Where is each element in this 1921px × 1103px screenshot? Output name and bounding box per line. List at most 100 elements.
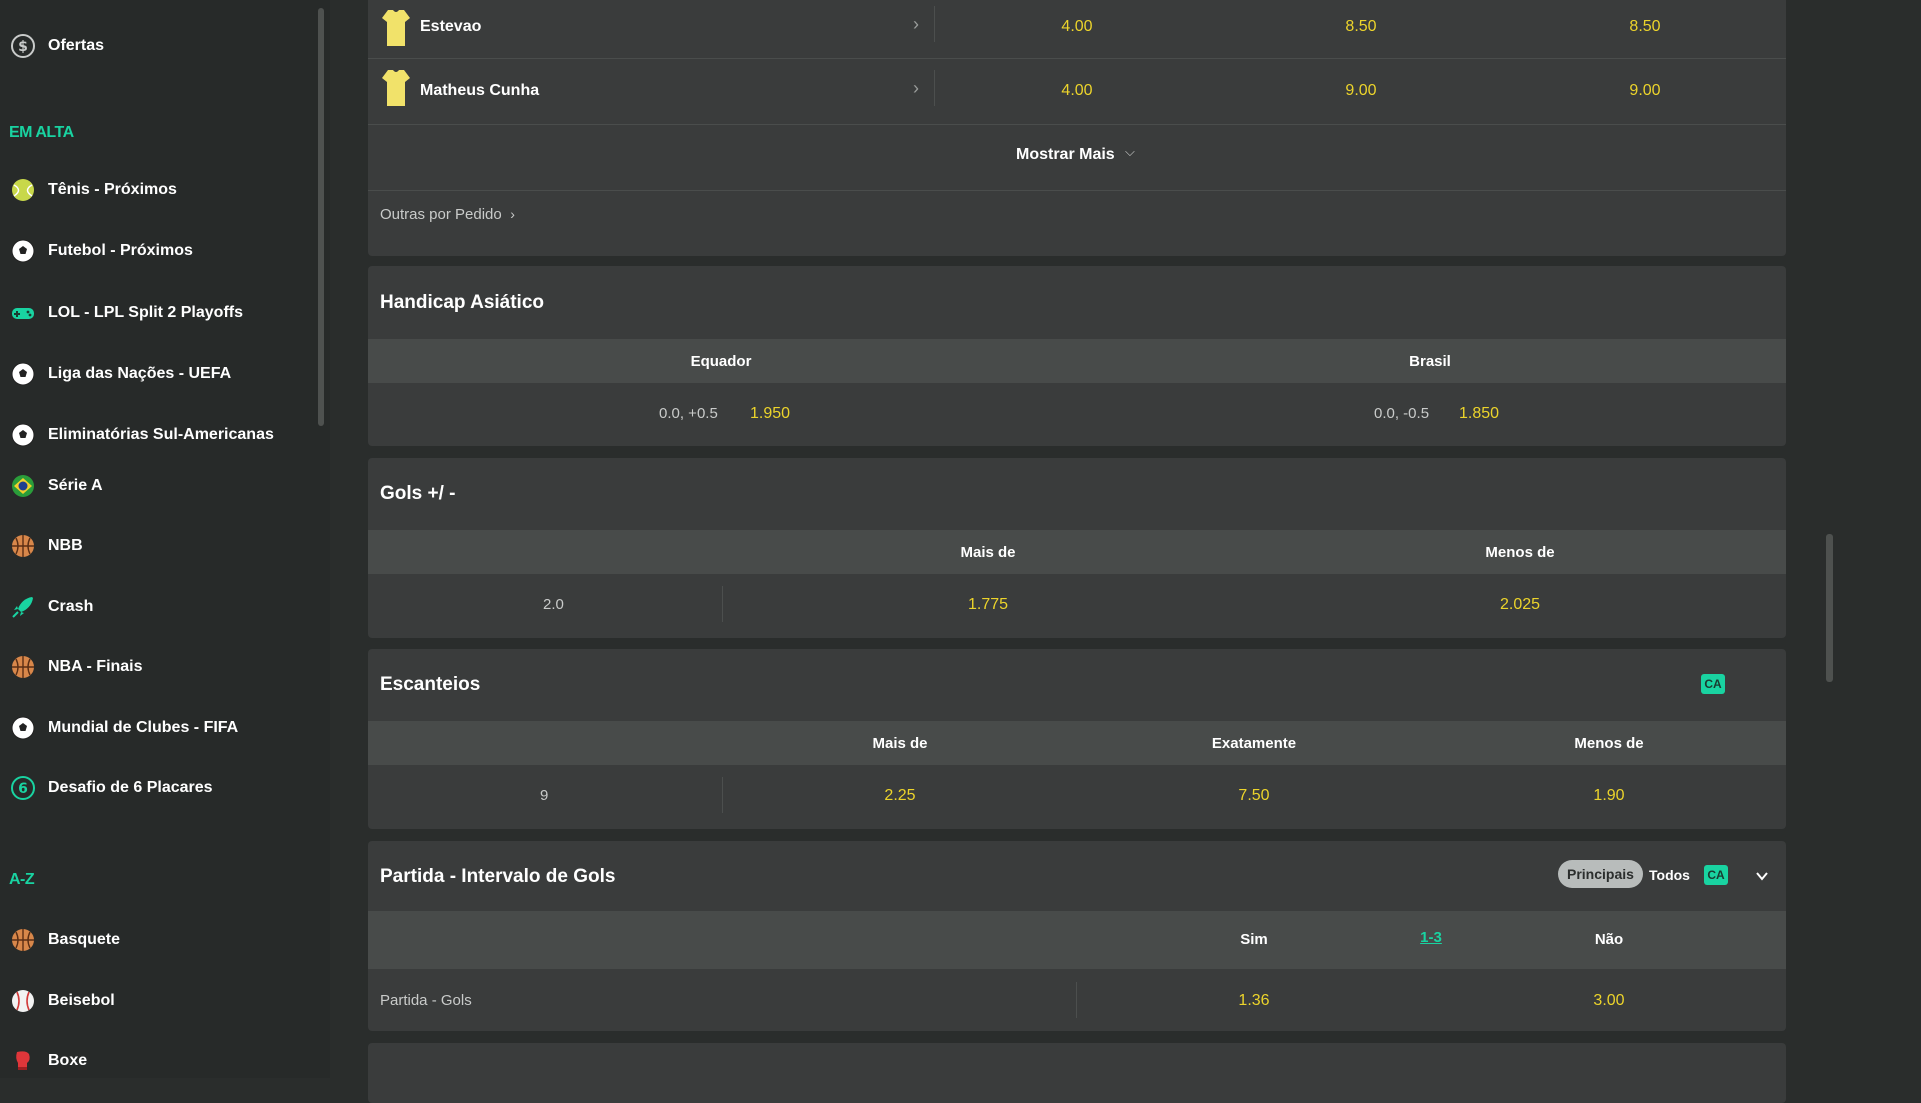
divider [368,190,1786,191]
odds-button[interactable]: 9.00 [1629,82,1660,100]
chevron-down-icon[interactable] [1755,869,1769,883]
main-content: Estevao › 4.00 8.50 8.50 Matheus Cunha ›… [368,0,1786,1103]
baseball-icon [10,988,36,1014]
sidebar-item-nbb[interactable]: NBB [0,526,310,566]
section-heading-trending: EM ALTA [9,124,74,141]
divider [722,586,723,622]
sidebar-item-baseball[interactable]: Beisebol [0,981,310,1021]
others-link[interactable]: Outras por Pedido › [380,206,560,230]
show-more-label: Mostrar Mais [1016,146,1115,163]
column-header: Mais de [872,735,928,752]
goals-over-under-card: Gols +/ - Mais de Menos de 2.0 1.775 2.0… [368,458,1786,638]
market-header: Mais de Menos de [368,530,1786,574]
handicap-line: 0.0, -0.5 [1374,405,1430,422]
odds-button[interactable]: 1.90 [1593,787,1624,805]
gamepad-icon [10,300,36,326]
sidebar-item-club-world-cup[interactable]: Mundial de Clubes - FIFA [0,708,310,748]
sidebar-item-label: Desafio de 6 Placares [48,779,213,796]
next-market-card [368,1043,1786,1103]
divider [934,70,935,106]
odds-button[interactable]: 8.50 [1629,18,1660,36]
divider [1076,982,1077,1018]
sidebar-item-label: Beisebol [48,992,115,1009]
cash-out-badge: CA [1704,865,1728,885]
tennis-ball-icon [10,177,36,203]
sidebar-item-south-american-qualifiers[interactable]: Eliminatórias Sul-Americanas [0,415,310,455]
sidebar-item-label: LOL - LPL Split 2 Playoffs [48,304,243,321]
chevron-down-icon: ⌵ [1125,144,1135,159]
sidebar-item-tennis[interactable]: Tênis - Próximos [0,170,310,210]
odds-button[interactable]: 2.25 [884,787,915,805]
sidebar-item-label: Boxe [48,1052,88,1069]
soccer-ball-icon [10,361,36,387]
soccer-ball-icon [10,238,36,264]
main-scrollbar[interactable] [1826,534,1833,682]
column-header: Equador [690,353,752,370]
player-name: Matheus Cunha [420,82,540,99]
sidebar-item-six-scores[interactable]: 6 Desafio de 6 Placares [0,768,310,808]
svg-text:6: 6 [18,781,28,797]
column-header: Sim [1240,931,1268,948]
column-header: Brasil [1409,353,1451,370]
divider [722,777,723,813]
odds-button[interactable]: 4.00 [1061,82,1092,100]
others-label: Outras por Pedido [380,206,502,223]
odds-button[interactable]: 4.00 [1061,18,1092,36]
sidebar-item-label: Crash [48,598,94,615]
market-header: Sim 1-3 Não [368,911,1786,969]
market-row-label: Partida - Gols [380,992,472,1009]
sidebar: $ Ofertas EM ALTA Tênis - Próximos Futeb… [0,0,330,1078]
odds-button[interactable]: 1.775 [968,596,1008,614]
sidebar-item-soccer[interactable]: Futebol - Próximos [0,231,310,271]
yellow-shirt-icon [382,10,410,46]
corners-card: Escanteios CA Mais de Exatamente Menos d… [368,649,1786,829]
odds-button[interactable]: 7.50 [1238,787,1269,805]
odds-button[interactable]: 3.00 [1593,992,1624,1010]
tab-principais[interactable]: Principais [1558,860,1643,888]
odds-button[interactable]: 1.36 [1238,992,1269,1010]
chevron-right-icon[interactable]: › [913,78,919,99]
sidebar-item-label: Mundial de Clubes - FIFA [48,719,239,736]
sidebar-item-basketball[interactable]: Basquete [0,920,310,960]
dollar-coin-icon: $ [10,33,36,59]
sidebar-item-label: Basquete [48,931,121,948]
odds-button[interactable]: 9.00 [1345,82,1376,100]
odds-value: 1.850 [1459,405,1500,422]
show-more-button[interactable]: Mostrar Mais ⌵ [368,124,1786,188]
market-title: Partida - Intervalo de Gols [380,866,616,887]
market-header: Equador Brasil [368,339,1786,383]
handicap-selection-home[interactable]: 0.0, +0.5 1.950 [368,383,1077,443]
sidebar-item-lol[interactable]: LOL - LPL Split 2 Playoffs [0,293,310,333]
sidebar-item-label: Ofertas [48,37,105,54]
sidebar-scrollbar[interactable] [318,8,324,426]
market-title: Gols +/ - [380,483,456,504]
handicap-selection-away[interactable]: 0.0, -0.5 1.850 [1077,383,1786,443]
basketball-icon [10,533,36,559]
sidebar-item-label: Liga das Nações - UEFA [48,365,232,382]
odds-button[interactable]: 2.025 [1500,596,1540,614]
range-selector[interactable]: 1-3 [1420,929,1442,946]
column-header: Menos de [1574,735,1644,752]
corner-line: 9 [540,787,549,804]
sidebar-item-nations-league[interactable]: Liga das Nações - UEFA [0,354,310,394]
asian-handicap-card: Handicap Asiático Equador Brasil 0.0, +0… [368,266,1786,446]
market-title: Escanteios [380,674,481,695]
brazil-flag-icon [10,473,36,499]
column-header: Exatamente [1211,735,1297,752]
chevron-right-icon[interactable]: › [913,14,919,35]
sidebar-item-label: Série A [48,477,103,494]
sidebar-item-nba-finals[interactable]: NBA - Finais [0,647,310,687]
sidebar-item-ofertas[interactable]: $ Ofertas [0,26,310,66]
sidebar-item-label: Tênis - Próximos [48,181,177,198]
player-row: Matheus Cunha › 4.00 9.00 9.00 [368,58,1786,122]
svg-text:$: $ [18,39,28,55]
odds-button[interactable]: 8.50 [1345,18,1376,36]
sidebar-item-boxing[interactable]: Boxe [0,1041,310,1078]
section-heading-az: A-Z [9,871,35,888]
sidebar-item-serie-a[interactable]: Série A [0,466,310,506]
handicap-line: 0.0, +0.5 [659,405,718,422]
odds-value: 1.950 [750,405,791,422]
tab-todos[interactable]: Todos [1649,867,1690,883]
basketball-icon [10,654,36,680]
sidebar-item-crash[interactable]: Crash [0,587,310,627]
